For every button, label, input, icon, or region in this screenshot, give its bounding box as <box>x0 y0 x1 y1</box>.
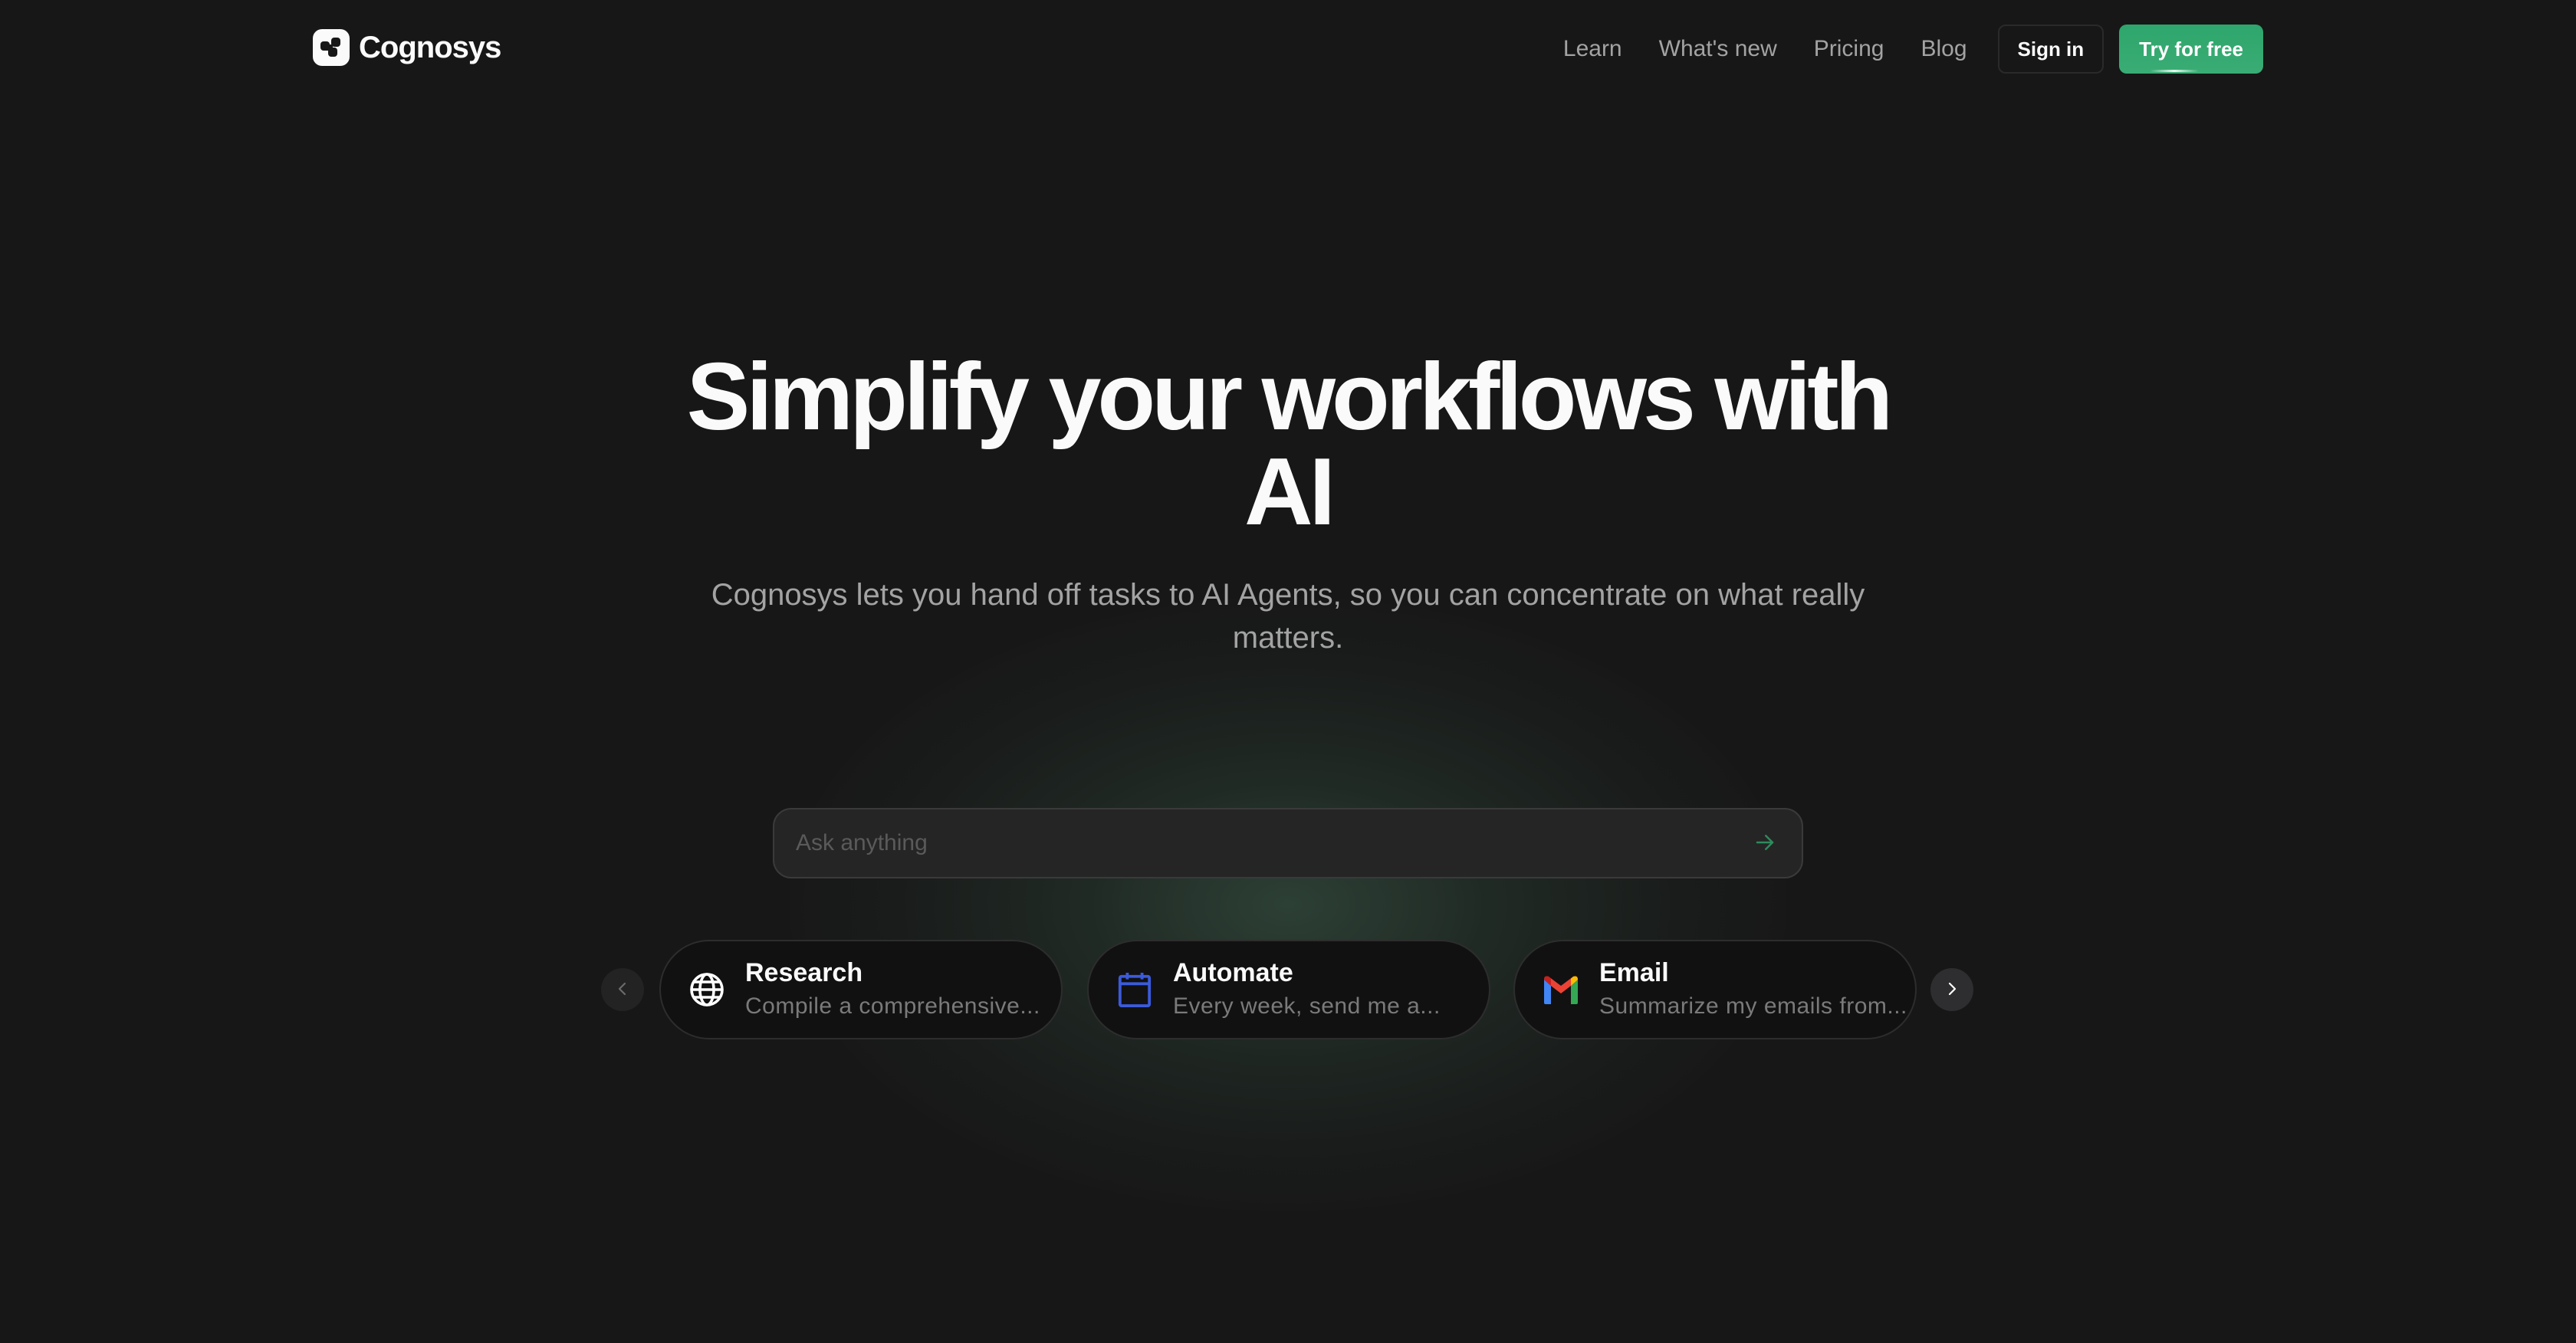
card-description: Summarize my emails from... <box>1599 993 1907 1019</box>
card-title: Research <box>745 958 863 987</box>
hero-title-line-1: Simplify your workflows with <box>686 344 1894 450</box>
gmail-icon <box>1541 970 1581 1010</box>
carousel-prev-button[interactable] <box>601 968 644 1011</box>
carousel-next-button[interactable] <box>1930 968 1973 1011</box>
card-text: Automate Every week, send me a... <box>1173 956 1441 1023</box>
suggestion-carousel: Research Compile a comprehensive... Auto… <box>0 940 2576 1041</box>
brand-logo-link[interactable]: Cognosys <box>313 29 501 66</box>
arrow-right-icon <box>1753 831 1776 856</box>
globe-icon <box>687 970 727 1010</box>
nav-link-whats-new[interactable]: What's new <box>1659 25 1777 74</box>
background-glow <box>790 598 1786 1211</box>
brand-name: Cognosys <box>359 30 501 64</box>
card-text: Research Compile a comprehensive... <box>745 956 1040 1023</box>
card-description: Every week, send me a... <box>1173 993 1441 1019</box>
sign-in-button[interactable]: Sign in <box>1997 25 2104 74</box>
hero-subtitle: Cognosys lets you hand off tasks to AI A… <box>711 578 1865 655</box>
card-description: Compile a comprehensive... <box>745 993 1040 1019</box>
card-text: Email Summarize my emails from... <box>1599 956 1907 1023</box>
hero-title: Simplify your workflows with AI <box>0 350 2576 540</box>
try-for-free-label: Try for free <box>2139 37 2243 61</box>
send-button[interactable] <box>1750 828 1780 859</box>
card-title: Automate <box>1173 958 1293 987</box>
suggestion-card-automate[interactable]: Automate Every week, send me a... <box>1087 940 1490 1039</box>
landing-page: Cognosys Learn What's new Pricing Blog S… <box>0 0 2576 1343</box>
nav-link-pricing[interactable]: Pricing <box>1814 25 1884 74</box>
ask-input[interactable] <box>796 830 1750 856</box>
suggestion-card-email[interactable]: Email Summarize my emails from... <box>1513 940 1917 1039</box>
card-title: Email <box>1599 958 1669 987</box>
nav-links: Learn What's new Pricing Blog Sign in Tr… <box>1563 25 2263 74</box>
button-shine <box>2150 70 2200 72</box>
cognosys-logo-icon <box>313 29 350 66</box>
calendar-icon <box>1115 970 1155 1010</box>
try-for-free-button[interactable]: Try for free <box>2119 25 2263 74</box>
nav-link-learn[interactable]: Learn <box>1563 25 1622 74</box>
chevron-right-icon <box>1943 980 1961 1000</box>
chevron-left-icon <box>613 980 632 1000</box>
top-nav: Cognosys Learn What's new Pricing Blog S… <box>0 0 2576 98</box>
nav-link-blog[interactable]: Blog <box>1921 25 1967 74</box>
ask-box <box>773 808 1803 878</box>
hero-title-line-2: AI <box>1244 439 1336 545</box>
suggestion-card-research[interactable]: Research Compile a comprehensive... <box>659 940 1063 1039</box>
